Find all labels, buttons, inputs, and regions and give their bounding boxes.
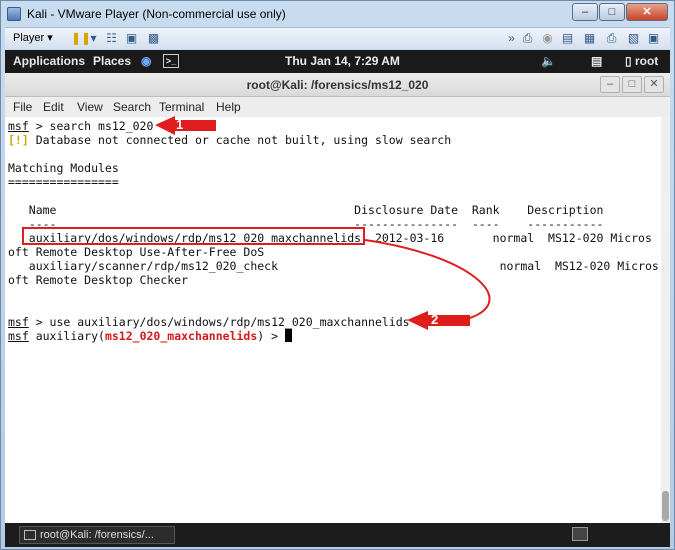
arrow-1 [155,116,216,135]
arrow-2 [407,311,470,330]
connector-curve [364,239,491,319]
annotation-overlay [155,116,491,330]
step-badge-2: 2 [431,312,439,327]
step-badge-1: 1 [176,117,184,132]
